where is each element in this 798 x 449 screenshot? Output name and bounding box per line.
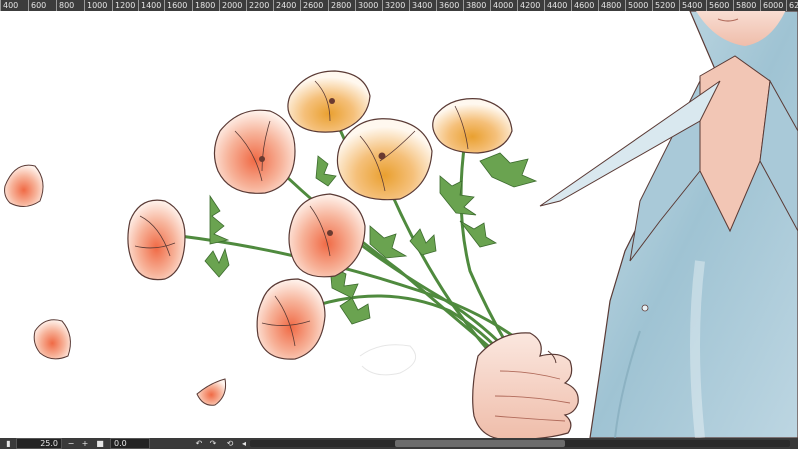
figure-torso	[539, 11, 798, 438]
ruler-tick: 4800	[598, 0, 621, 11]
zoom-in-button[interactable]: +	[80, 438, 90, 449]
ruler-tick: 6000	[760, 0, 783, 11]
scroll-left-button[interactable]: ◂	[240, 438, 248, 449]
flower-top	[287, 70, 371, 133]
ruler-tick: 400	[0, 0, 18, 11]
flower-left	[127, 199, 186, 281]
fit-view-icon[interactable]: ■	[95, 438, 105, 449]
petal-1	[4, 164, 44, 207]
ruler-tick: 3800	[463, 0, 486, 11]
ruler-tick: 5800	[733, 0, 756, 11]
ruler-tick: 1800	[192, 0, 215, 11]
ruler-tick: 3200	[382, 0, 405, 11]
reset-rotation-button[interactable]: ⟲	[225, 438, 235, 449]
rotate-right-button[interactable]: ↷	[208, 438, 218, 449]
ruler-tick: 62	[786, 0, 798, 11]
ruler-tick: 3600	[436, 0, 459, 11]
ruler-tick: 2600	[300, 0, 323, 11]
ruler-tick: 1600	[164, 0, 187, 11]
artwork	[4, 11, 798, 438]
flower-right	[432, 98, 513, 154]
ruler-tick: 1400	[138, 0, 161, 11]
sketch-mark	[359, 344, 417, 376]
ruler-tick: 5000	[625, 0, 648, 11]
drawing-canvas[interactable]	[0, 11, 798, 438]
ruler-tick: 1200	[112, 0, 135, 11]
status-bar: ▮ 25.0 − + ■ 0.0 ↶ ↷ ⟲ ◂	[0, 438, 798, 449]
zoom-out-button[interactable]: −	[66, 438, 76, 449]
hand	[472, 332, 579, 438]
zoom-input[interactable]: 25.0	[16, 438, 62, 449]
flower-top-left	[213, 109, 296, 194]
ruler-tick: 2000	[219, 0, 242, 11]
ruler-tick: 800	[56, 0, 74, 11]
ruler-tick: 3400	[409, 0, 432, 11]
ruler-tick: 4400	[544, 0, 567, 11]
ruler-tick: 2800	[328, 0, 351, 11]
ruler-tick: 5600	[706, 0, 729, 11]
ruler-tick: 3000	[355, 0, 378, 11]
rotate-left-button[interactable]: ↶	[194, 438, 204, 449]
ruler-tick: 5200	[652, 0, 675, 11]
flower-middle	[288, 193, 366, 278]
petal-2	[33, 319, 71, 360]
falling-petals	[4, 164, 226, 406]
flower-bottom	[256, 278, 326, 360]
ruler-tick: 4200	[517, 0, 540, 11]
horizontal-ruler: 400 600 800 1000 1200 1400 1600 1800 200…	[0, 0, 798, 11]
ruler-tick: 600	[28, 0, 46, 11]
scrollbar-thumb[interactable]	[395, 440, 565, 447]
ruler-tick: 5400	[679, 0, 702, 11]
ruler-tick: 2400	[273, 0, 296, 11]
petal-3	[196, 378, 226, 406]
flower-center	[336, 118, 433, 201]
ruler-tick: 2200	[246, 0, 269, 11]
ruler-tick: 1000	[84, 0, 107, 11]
rotation-input[interactable]: 0.0	[110, 438, 150, 449]
ruler-tick: 4600	[571, 0, 594, 11]
ruler-tick: 4000	[490, 0, 513, 11]
zoom-slider-handle[interactable]: ▮	[3, 438, 14, 449]
